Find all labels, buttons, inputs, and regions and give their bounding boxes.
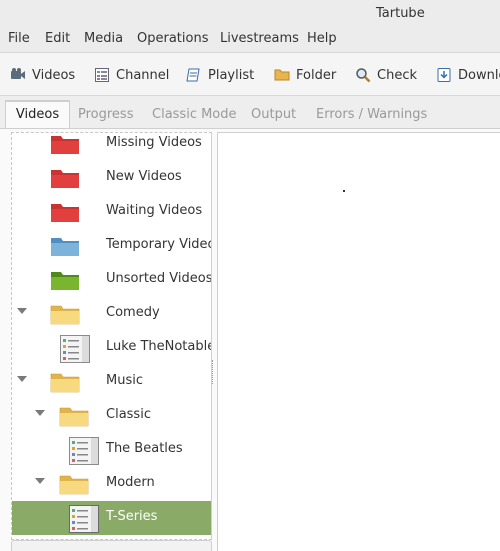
folder-icon bbox=[274, 69, 290, 81]
tab-errors-warnings[interactable]: Errors / Warnings bbox=[316, 107, 427, 122]
tree-item-label: Waiting Videos bbox=[106, 203, 203, 218]
menu-media[interactable]: Media bbox=[84, 31, 123, 46]
channel-icon bbox=[95, 68, 109, 82]
menu-edit[interactable]: Edit bbox=[45, 31, 70, 46]
tab-videos[interactable]: Videos bbox=[5, 100, 70, 128]
yellow-folder-icon bbox=[50, 373, 80, 393]
check-button[interactable]: Check bbox=[355, 65, 417, 85]
tree-item-label: Classic bbox=[106, 407, 151, 422]
yellow-folder-icon bbox=[59, 475, 89, 495]
folder-tree[interactable]: Missing Videos New Videos Waiting Videos… bbox=[11, 132, 212, 540]
download-button[interactable]: Downlo bbox=[436, 65, 500, 85]
tree-item-label: Music bbox=[106, 373, 143, 388]
tree-item-modern[interactable]: Modern bbox=[12, 467, 211, 501]
tree-item-label: Missing Videos bbox=[106, 135, 202, 150]
tree-item-label: New Videos bbox=[106, 169, 182, 184]
add-folder-button[interactable]: Folder bbox=[274, 65, 336, 85]
menu-operations[interactable]: Operations bbox=[137, 31, 208, 46]
tree-item-missing-videos[interactable]: Missing Videos bbox=[12, 133, 211, 161]
add-channel-button[interactable]: Channel bbox=[94, 65, 169, 85]
yellow-folder-icon bbox=[59, 407, 89, 427]
channel-icon bbox=[60, 335, 90, 363]
tree-item-music[interactable]: Music bbox=[12, 365, 211, 399]
empty-placeholder-dot bbox=[343, 190, 345, 192]
green-folder-icon bbox=[51, 272, 79, 290]
add-playlist-label: Playlist bbox=[208, 67, 255, 83]
tab-progress[interactable]: Progress bbox=[78, 107, 133, 122]
tree-item-comedy[interactable]: Comedy bbox=[12, 297, 211, 331]
add-playlist-button[interactable]: Playlist bbox=[186, 65, 254, 85]
chevron-down-icon[interactable] bbox=[35, 410, 45, 416]
pane-splitter[interactable] bbox=[212, 360, 215, 384]
menu-bar: File Edit Media Operations Livestreams H… bbox=[0, 28, 500, 52]
red-folder-icon bbox=[51, 170, 79, 188]
tree-item-temporary-videos[interactable]: Temporary Video bbox=[12, 229, 211, 263]
check-label: Check bbox=[377, 67, 417, 83]
blue-folder-icon bbox=[51, 238, 79, 256]
yellow-folder-icon bbox=[50, 305, 80, 325]
title-bar: Tartube bbox=[0, 0, 500, 28]
add-channel-label: Channel bbox=[116, 67, 170, 83]
chevron-down-icon[interactable] bbox=[17, 308, 27, 314]
videos-icon bbox=[11, 68, 25, 79]
tree-item-the-beatles[interactable]: The Beatles bbox=[12, 433, 211, 467]
tree-item-label: The Beatles bbox=[106, 441, 183, 456]
check-icon bbox=[356, 68, 371, 83]
download-label: Downlo bbox=[458, 67, 500, 83]
red-folder-icon bbox=[51, 204, 79, 222]
window-title: Tartube bbox=[376, 6, 425, 21]
tree-item-label: T-Series bbox=[106, 509, 158, 524]
tree-item-classic[interactable]: Classic bbox=[12, 399, 211, 433]
red-folder-icon bbox=[51, 136, 79, 154]
menu-livestreams[interactable]: Livestreams bbox=[220, 31, 299, 46]
channel-icon bbox=[69, 437, 99, 465]
tree-item-luke-thenotable[interactable]: Luke TheNotable bbox=[12, 331, 211, 365]
add-videos-label: Videos bbox=[32, 67, 76, 83]
channel-icon bbox=[69, 505, 99, 533]
tree-item-label: Comedy bbox=[106, 305, 160, 320]
tree-bottom-toolbar[interactable] bbox=[11, 540, 212, 551]
chevron-down-icon[interactable] bbox=[17, 376, 27, 382]
tab-classic-mode[interactable]: Classic Mode bbox=[152, 107, 237, 122]
tree-item-waiting-videos[interactable]: Waiting Videos bbox=[12, 195, 211, 229]
tab-output[interactable]: Output bbox=[251, 107, 296, 122]
tree-item-label: Temporary Video bbox=[106, 237, 212, 252]
tree-item-t-series[interactable]: T-Series bbox=[12, 501, 211, 535]
tree-item-label: Modern bbox=[106, 475, 155, 490]
chevron-down-icon[interactable] bbox=[35, 478, 45, 484]
add-folder-label: Folder bbox=[296, 67, 337, 83]
video-list-panel[interactable] bbox=[217, 132, 500, 551]
tree-item-new-videos[interactable]: New Videos bbox=[12, 161, 211, 195]
tree-item-label: Unsorted Videos bbox=[106, 271, 212, 286]
tree-item-label: Luke TheNotable bbox=[106, 339, 212, 354]
menu-help[interactable]: Help bbox=[307, 31, 337, 46]
download-icon bbox=[437, 68, 451, 82]
tab-bar: Videos Progress Classic Mode Output Erro… bbox=[0, 100, 500, 128]
toolbar: Videos Channel Playlist Folder Check Dow… bbox=[0, 52, 500, 96]
menu-file[interactable]: File bbox=[8, 31, 30, 46]
add-videos-button[interactable]: Videos bbox=[10, 65, 75, 85]
playlist-icon bbox=[186, 68, 200, 82]
tree-item-unsorted-videos[interactable]: Unsorted Videos bbox=[12, 263, 211, 297]
